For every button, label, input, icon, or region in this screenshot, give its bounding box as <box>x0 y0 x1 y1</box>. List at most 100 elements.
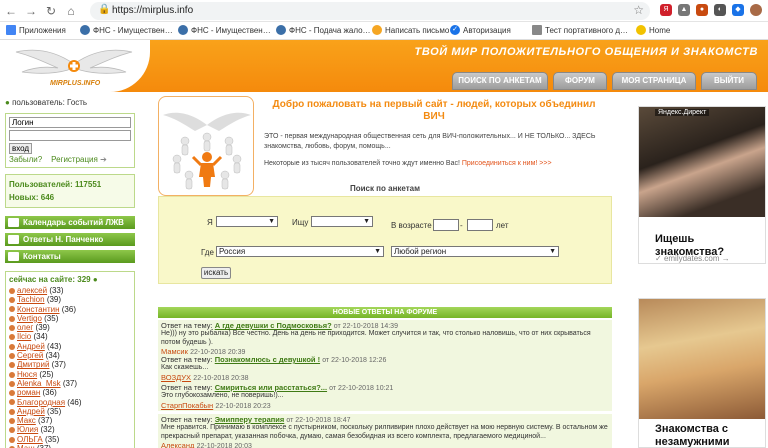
forum-topic-link[interactable]: Смириться или расстаться?... <box>215 383 327 392</box>
forum-topic-link[interactable]: Познакомлюсь с девушкой ! <box>215 355 320 364</box>
online-user-link[interactable]: роман <box>17 388 40 397</box>
browser-toolbar: ← → ↻ ⌂ 🔒 https://mirplus.info ☆ Я ▲ ● ◐… <box>0 0 768 22</box>
check-icon: ✓ <box>655 254 662 263</box>
avatar <box>9 315 15 322</box>
fns-icon <box>276 25 286 35</box>
bookmark-item[interactable]: ФНС - Имуществен… <box>80 25 173 35</box>
tab-my-page[interactable]: МОЯ СТРАНИЦА <box>612 72 696 90</box>
online-user-row: Ilcio (34) <box>9 332 131 341</box>
avatar <box>9 287 15 294</box>
taxi-icon <box>636 25 646 35</box>
user-age: (36) <box>61 304 76 314</box>
bookmark-star-icon[interactable]: ☆ <box>633 3 644 17</box>
back-icon[interactable]: ← <box>4 4 18 18</box>
forward-icon[interactable]: → <box>24 4 38 18</box>
bookmark-item[interactable]: ФНС - Имуществен… <box>178 25 271 35</box>
online-user-link[interactable]: ОЛЬГА <box>17 435 43 444</box>
online-user-link[interactable]: Нюся <box>17 370 37 379</box>
site-logo[interactable]: MIRPLUS.INFO <box>0 40 150 92</box>
contacts-button[interactable]: Контакты <box>5 250 135 263</box>
online-user-link[interactable]: Дмитрий <box>17 360 49 369</box>
extension-icon[interactable]: ▲ <box>678 4 690 16</box>
forum-author-link[interactable]: Александ <box>161 441 194 448</box>
bookmark-apps[interactable]: Приложения <box>6 25 66 35</box>
tab-logout[interactable]: ВЫЙТИ <box>701 72 757 90</box>
mail-icon <box>8 252 19 261</box>
online-user-link[interactable]: олег <box>17 323 33 332</box>
online-user-link[interactable]: Сергей <box>17 351 43 360</box>
avatar <box>9 297 15 304</box>
bookmarks-bar: Приложения ФНС - Имуществен… ФНС - Имуще… <box>0 22 768 40</box>
online-list: алексей (33) Tachion (39) Константин (36) V… <box>9 286 131 448</box>
answers-button[interactable]: Ответы Н. Панченко <box>5 233 135 246</box>
calendar-button[interactable]: Календарь событий ЛЖВ <box>5 216 135 229</box>
user-age: (37) <box>62 378 78 388</box>
left-sidebar: ● пользователь: Гость вход Забыли? Регис… <box>5 96 135 448</box>
search-button[interactable]: искать <box>201 267 231 279</box>
register-link[interactable]: Регистрация <box>51 155 98 164</box>
gender-select[interactable]: ▼ <box>216 216 278 227</box>
online-user-link[interactable]: Макс <box>17 416 36 425</box>
online-user-link[interactable]: Ilcio <box>17 332 31 341</box>
age-from-input[interactable] <box>433 219 459 231</box>
avatar <box>9 399 15 406</box>
forum-topic-link[interactable]: Эмипперу терапия <box>215 415 285 424</box>
extension-icon[interactable]: ◆ <box>732 4 744 16</box>
password-input[interactable] <box>9 130 131 141</box>
age-label: В возрасте <box>391 221 432 230</box>
online-user-link[interactable]: алексей <box>17 286 47 295</box>
user-age: (39) <box>35 323 50 333</box>
mail-icon <box>372 25 382 35</box>
bookmark-item[interactable]: Написать письмо <box>372 25 449 35</box>
online-user-link[interactable]: Tachion <box>17 295 45 304</box>
forum-author-link[interactable]: СтарпПокабын <box>161 401 213 410</box>
online-user-link[interactable]: Юлия <box>17 425 38 434</box>
online-user-link[interactable]: Alenka_Msk <box>17 379 61 388</box>
forgot-password-link[interactable]: Забыли? <box>9 155 42 164</box>
extension-icon[interactable]: ◐ <box>714 4 726 16</box>
online-user-link[interactable]: Vertigo <box>17 314 42 323</box>
profile-avatar[interactable] <box>750 4 762 16</box>
avatar <box>9 390 15 397</box>
forum-author-link[interactable]: ВОЗДУХ <box>161 373 191 382</box>
bookmark-item[interactable]: ФНС - Подача жало… <box>276 25 371 35</box>
extension-icon[interactable]: ● <box>696 4 708 16</box>
welcome-text: ЭТО - первая международная общественная … <box>264 133 596 150</box>
bookmark-item[interactable]: Home <box>636 25 670 35</box>
tab-forum[interactable]: ФОРУМ <box>553 72 607 90</box>
avatar <box>9 343 15 350</box>
login-input[interactable] <box>9 117 131 128</box>
user-age: (33) <box>49 286 64 295</box>
forum-topic-link[interactable]: А где девушки с Подмосковья? <box>215 321 332 330</box>
online-user-row: роман (36) <box>9 388 131 397</box>
site-slogan: ТВОЙ МИР ПОЛОЖИТЕЛЬНОГО ОБЩЕНИЯ И ЗНАКОМ… <box>414 46 758 58</box>
ad-banner-1[interactable]: Яндекс.Директ Ищешь знакомства? ✓ emilyd… <box>638 106 766 264</box>
online-user-link[interactable]: Константин <box>17 305 60 314</box>
online-user-link[interactable]: Маш <box>17 444 35 448</box>
user-age: (43) <box>47 341 62 351</box>
region-select[interactable]: Любой регион ▼ <box>391 246 559 257</box>
join-link[interactable]: Присоединиться к ним! >>> <box>462 160 552 167</box>
online-user-link[interactable]: Благородная <box>17 398 65 407</box>
online-user-link[interactable]: Андрей <box>17 342 45 351</box>
age-to-input[interactable] <box>467 219 493 231</box>
extension-icon[interactable]: Я <box>660 4 672 16</box>
avatar <box>9 418 15 425</box>
bookmark-item[interactable]: ✓ Авторизация <box>450 25 511 35</box>
ad-banner-2[interactable]: Знакомства с незамужними <box>638 298 766 448</box>
ad-photo <box>639 107 765 217</box>
home-icon[interactable]: ⌂ <box>64 4 78 18</box>
seek-select[interactable]: ▼ <box>311 216 373 227</box>
people-circle-icon <box>163 112 251 190</box>
address-bar[interactable]: 🔒 https://mirplus.info ☆ <box>90 2 650 20</box>
login-button[interactable]: вход <box>9 143 33 154</box>
online-user-link[interactable]: Андрей <box>17 407 45 416</box>
country-select[interactable]: Россия ▼ <box>216 246 384 257</box>
bookmark-item[interactable]: Тест портативного д… <box>532 25 628 35</box>
forum-item: Ответ на тему: А где девушки с Подмосков… <box>158 320 612 358</box>
tab-search[interactable]: ПОИСК ПО АНКЕТАМ <box>452 72 548 90</box>
reload-icon[interactable]: ↻ <box>44 4 58 18</box>
seek-label: Ищу <box>292 218 309 227</box>
user-age: (35) <box>47 406 62 416</box>
online-user-row: Дмитрий (37) <box>9 360 131 369</box>
